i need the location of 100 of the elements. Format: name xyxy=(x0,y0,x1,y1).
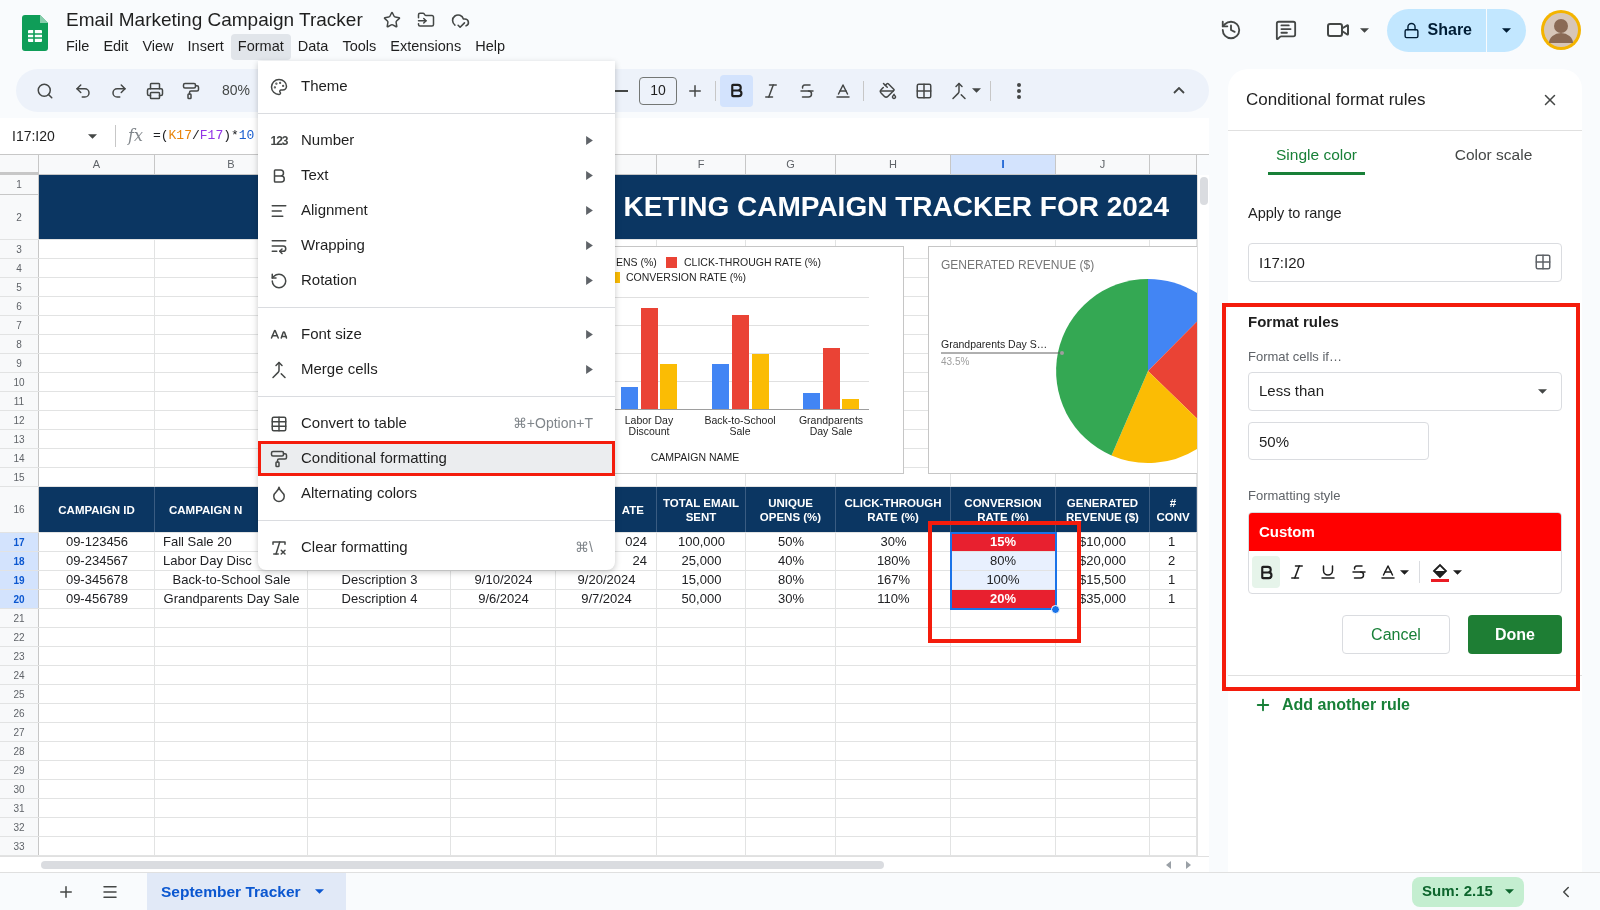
cell-value: $35,000 xyxy=(1079,590,1126,609)
column-header[interactable]: H xyxy=(836,155,951,175)
menu-item[interactable]: Help xyxy=(468,34,512,60)
menu-item[interactable]: View xyxy=(135,34,181,60)
caret-icon xyxy=(1538,389,1547,394)
redo-icon xyxy=(110,81,128,100)
font-size-field[interactable]: 10 xyxy=(639,76,677,105)
add-rule-button[interactable]: Add another rule xyxy=(1254,690,1410,720)
name-box[interactable]: I17:I20 xyxy=(0,121,105,151)
menu-item[interactable]: Extensions xyxy=(383,34,469,60)
bold-button[interactable] xyxy=(1252,556,1280,588)
scrollbar-thumb[interactable] xyxy=(41,860,884,869)
bold-button[interactable] xyxy=(720,74,753,107)
tab[interactable]: Color scale xyxy=(1446,142,1541,175)
sum-button[interactable]: Sum: 2.15 xyxy=(1412,876,1524,907)
paint-roller-icon xyxy=(270,449,288,468)
formula-text[interactable]: =(K17/F17)*10 xyxy=(152,126,255,146)
strikethrough-icon xyxy=(1350,563,1368,581)
cell-value: Description 3 xyxy=(341,571,418,590)
fill-color-icon xyxy=(1430,562,1450,582)
menu-item[interactable]: Alignment xyxy=(258,193,615,228)
menu-item[interactable]: Insert xyxy=(180,34,231,60)
cancel-button[interactable]: Cancel xyxy=(1342,615,1450,654)
column-header[interactable]: A xyxy=(39,155,155,175)
cell-value: 024 xyxy=(625,533,647,552)
row-number: 21 xyxy=(0,609,39,627)
underline-icon xyxy=(1319,563,1337,581)
sheet-tab[interactable]: September Tracker xyxy=(147,873,346,910)
caret-icon xyxy=(1453,569,1462,575)
document-title: Email Marketing Campaign Tracker xyxy=(66,7,363,32)
menu-item[interactable]: Clear formatting ⌘\ xyxy=(258,530,615,565)
menu-item[interactable]: 123 Number xyxy=(258,123,615,158)
row-number: 9 xyxy=(0,354,39,372)
menu-item[interactable]: Tools xyxy=(335,34,384,60)
fill-handle[interactable] xyxy=(1051,605,1060,614)
column-header[interactable]: G xyxy=(746,155,836,175)
chart-title: GENERATED REVENUE ($) xyxy=(941,257,1095,274)
row-number: 27 xyxy=(0,723,39,741)
cell-value: $20,000 xyxy=(1079,552,1126,571)
cell-value: 25,000 xyxy=(681,552,722,571)
cell-value: 167% xyxy=(876,571,911,590)
column-header[interactable]: F xyxy=(657,155,746,175)
panel-title: Conditional format rules xyxy=(1246,88,1426,111)
condition-dropdown[interactable]: Less than xyxy=(1248,372,1562,411)
menu-item[interactable]: Merge cells xyxy=(258,352,615,387)
row-number: 18 xyxy=(0,552,39,570)
cell-value: 1 xyxy=(1168,590,1176,609)
comment-icon xyxy=(1274,19,1297,41)
folder-icon[interactable] xyxy=(416,11,435,29)
menu-item[interactable]: Edit xyxy=(96,34,136,60)
strikethrough-icon xyxy=(798,81,816,100)
highlighted-cell: 100% xyxy=(951,571,1055,589)
share-button[interactable]: Share xyxy=(1386,8,1486,52)
style-preview[interactable]: Custom xyxy=(1249,513,1561,551)
caret-icon xyxy=(971,88,981,93)
category-label: Grandparents Day Sale xyxy=(797,415,865,437)
merge-icon xyxy=(949,81,968,100)
text-color-icon xyxy=(1379,563,1397,581)
cell-value: 1 xyxy=(1168,571,1176,590)
axis-title: CAMPAIGN NAME xyxy=(649,450,741,465)
cell-value: 24 xyxy=(632,552,647,571)
caret-icon xyxy=(1359,27,1369,33)
row-number: 2 xyxy=(0,195,39,239)
menu-item[interactable]: Data xyxy=(290,34,336,60)
value-field[interactable]: 50% xyxy=(1248,422,1429,460)
header-cell: CAMPAIGN ID xyxy=(39,487,155,532)
menu-item[interactable]: File xyxy=(59,34,97,60)
fill-color-icon xyxy=(879,81,897,100)
scroll-left-icon[interactable] xyxy=(1166,860,1171,869)
avatar xyxy=(1540,9,1582,51)
row-number: 28 xyxy=(0,742,39,760)
row-number: 11 xyxy=(0,392,39,410)
column-header[interactable]: I xyxy=(951,155,1056,175)
cell-value: Back-to-School Sale xyxy=(172,571,291,590)
column-header[interactable]: J xyxy=(1056,155,1150,175)
caret-icon xyxy=(1504,889,1514,894)
legend-label: CONVERSION RATE (%) xyxy=(626,270,746,284)
caret-icon xyxy=(314,889,324,894)
scroll-right-icon[interactable] xyxy=(1186,860,1191,869)
row-number: 31 xyxy=(0,799,39,817)
menu-item[interactable]: Conditional formatting xyxy=(258,441,615,476)
lock-icon xyxy=(1402,21,1420,39)
row-number: 23 xyxy=(0,647,39,665)
scrollbar-thumb[interactable] xyxy=(1199,177,1208,205)
row-number: 4 xyxy=(0,259,39,277)
menu-item[interactable]: Font size xyxy=(258,317,615,352)
header-cell: UNIQUE OPENS (%) xyxy=(746,487,836,532)
grid-icon[interactable] xyxy=(1534,253,1552,271)
tab[interactable]: Single color xyxy=(1268,142,1365,175)
cell-value: 50% xyxy=(778,533,804,552)
row-number: 33 xyxy=(0,837,39,855)
done-button[interactable]: Done xyxy=(1468,615,1562,654)
range-field[interactable]: I17:I20 xyxy=(1248,243,1562,282)
cell-value: 50,000 xyxy=(681,590,722,609)
menu-item[interactable]: Convert to table ⌘+Option+T xyxy=(258,406,615,441)
menu-item[interactable]: Format xyxy=(230,34,291,60)
star-icon[interactable] xyxy=(382,11,401,29)
highlighted-cell: 20% xyxy=(951,590,1055,608)
menu-item[interactable]: Rotation xyxy=(258,263,615,298)
cell-value: 30% xyxy=(880,533,907,552)
